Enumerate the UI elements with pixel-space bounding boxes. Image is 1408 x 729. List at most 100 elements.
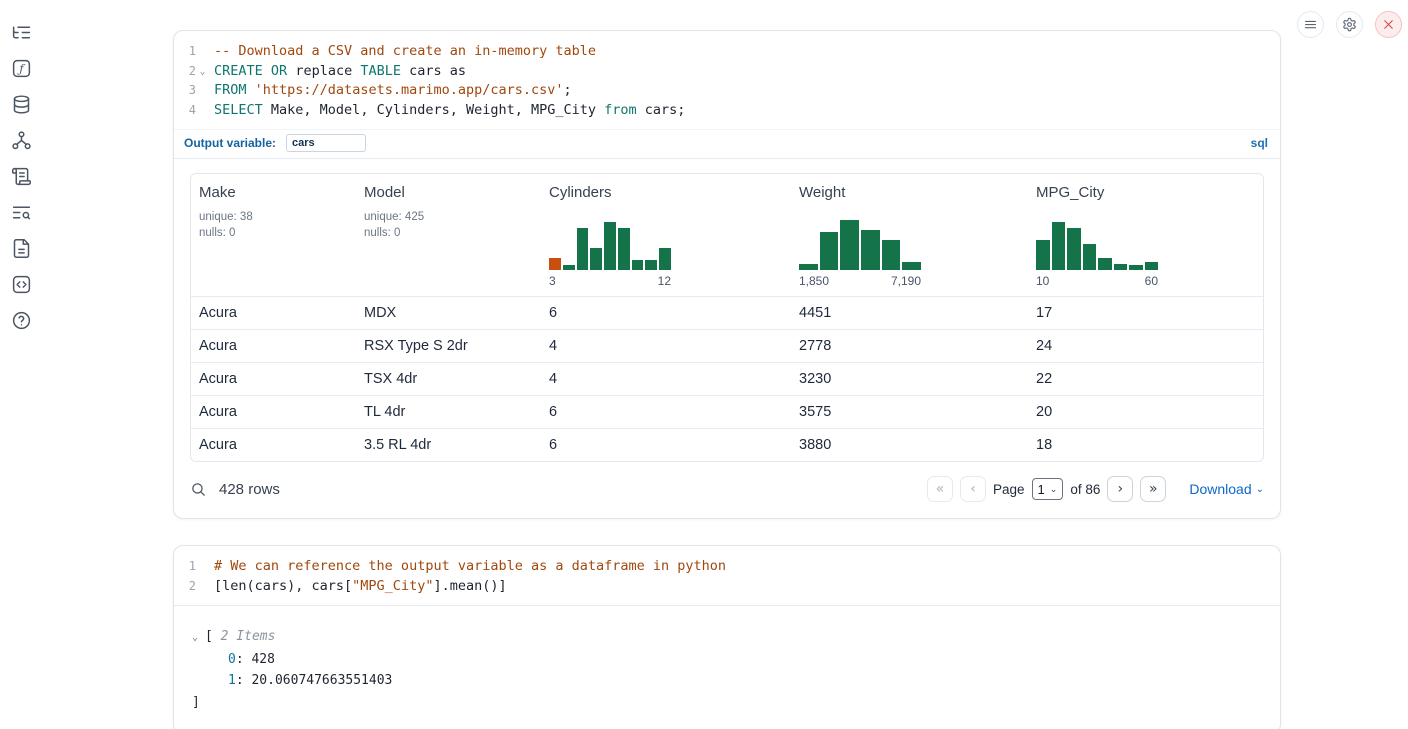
token-keyword: from [604,102,637,118]
tree-entry-key: 1 [228,673,236,688]
table-cell[interactable]: MDX [356,297,541,330]
table-row[interactable]: AcuraRSX Type S 2dr4277824 [191,330,1263,363]
histogram-bar[interactable] [604,222,616,270]
sql-code-editor[interactable]: 1-- Download a CSV and create an in-memo… [174,31,1280,129]
table-cell[interactable]: 6 [541,297,791,330]
column-name: Model [364,184,533,201]
histogram-bar[interactable] [1145,262,1159,270]
histogram-bar[interactable] [632,260,644,270]
prev-page-button[interactable]: ‹ [960,476,986,502]
table-row[interactable]: AcuraTL 4dr6357520 [191,396,1263,429]
table-cell[interactable]: 4451 [791,297,1028,330]
table-cell[interactable]: 3880 [791,429,1028,462]
table-cell[interactable]: 22 [1028,363,1263,396]
table-cell[interactable]: Acura [191,330,356,363]
column-header[interactable]: Makeunique: 38nulls: 0 [191,174,356,297]
table-cell[interactable]: 6 [541,396,791,429]
code-line[interactable]: 1-- Download a CSV and create an in-memo… [174,42,1280,62]
logs-icon[interactable] [10,165,32,187]
table-cell[interactable]: 20 [1028,396,1263,429]
table-cell[interactable]: 3.5 RL 4dr [356,429,541,462]
histogram-bar[interactable] [577,228,589,270]
column-histogram: 1,8507,190 [799,220,921,288]
python-code-editor[interactable]: 1# We can reference the output variable … [174,546,1280,605]
functions-icon[interactable]: ƒ [10,57,32,79]
tree-entry[interactable]: 0: 428 [192,649,1264,671]
table-cell[interactable]: Acura [191,363,356,396]
table-cell[interactable]: 6 [541,429,791,462]
table-row[interactable]: AcuraMDX6445117 [191,297,1263,330]
fold-chevron-icon[interactable]: ⌄ [196,62,209,82]
tracebacks-icon[interactable] [10,201,32,223]
token-string: "MPG_City" [352,578,433,594]
histogram-bar[interactable] [590,248,602,270]
table-cell[interactable]: 4 [541,363,791,396]
histogram-bar[interactable] [1067,228,1081,270]
table-row[interactable]: Acura3.5 RL 4dr6388018 [191,429,1263,462]
table-cell[interactable]: 3230 [791,363,1028,396]
last-page-button[interactable]: » [1140,476,1166,502]
snippets-icon[interactable] [10,273,32,295]
table-cell[interactable]: 2778 [791,330,1028,363]
histogram-bar[interactable] [563,265,575,270]
histogram-bar[interactable] [1114,264,1128,270]
histogram-bar[interactable] [799,264,818,270]
table-row[interactable]: AcuraTSX 4dr4323022 [191,363,1263,396]
table-cell[interactable]: 4 [541,330,791,363]
table-cell[interactable]: 3575 [791,396,1028,429]
table-cell[interactable]: 24 [1028,330,1263,363]
table-cell[interactable]: 18 [1028,429,1263,462]
table-cell[interactable]: TSX 4dr [356,363,541,396]
histogram-bar[interactable] [1036,240,1050,270]
column-header[interactable]: Cylinders312 [541,174,791,297]
code-line[interactable]: 1# We can reference the output variable … [174,557,1280,577]
table-cell[interactable]: Acura [191,396,356,429]
first-page-button[interactable]: « [927,476,953,502]
line-number: 2 [174,577,196,597]
collapse-chevron-icon[interactable]: ⌄ [192,627,205,649]
output-variable-input[interactable] [286,134,366,152]
code-line[interactable]: 4SELECT Make, Model, Cylinders, Weight, … [174,101,1280,121]
settings-button[interactable] [1336,11,1363,38]
search-button[interactable] [190,481,207,498]
code-line[interactable]: 3FROM 'https://datasets.marimo.app/cars.… [174,81,1280,101]
help-icon[interactable] [10,309,32,331]
histogram-bar[interactable] [659,248,671,270]
panel-sidebar: ƒ [10,21,32,331]
open-bracket: [ [205,629,213,644]
histogram-bar[interactable] [840,220,859,270]
histogram-bar[interactable] [549,258,561,270]
dependency-graph-icon[interactable] [10,129,32,151]
column-name: MPG_City [1036,184,1255,201]
histogram-bar[interactable] [882,240,901,270]
code-line[interactable]: 2[len(cars), cars["MPG_City"].mean()] [174,577,1280,597]
histogram-bar[interactable] [1129,265,1143,270]
download-button[interactable]: Download ⌄ [1189,481,1264,497]
tree-entry[interactable]: 1: 20.060747663551403 [192,670,1264,692]
table-cell[interactable]: 17 [1028,297,1263,330]
menu-button[interactable] [1297,11,1324,38]
shutdown-button[interactable] [1375,11,1402,38]
code-line[interactable]: 2⌄CREATE OR replace TABLE cars as [174,62,1280,82]
documentation-icon[interactable] [10,237,32,259]
histogram-bar[interactable] [861,230,880,270]
column-header[interactable]: MPG_City1060 [1028,174,1263,297]
histogram-bar[interactable] [1052,222,1066,270]
histogram-bar[interactable] [618,228,630,270]
histogram-bar[interactable] [902,262,921,270]
column-header[interactable]: Modelunique: 425nulls: 0 [356,174,541,297]
table-footer: 428 rows « ‹ Page 1 ⌄ of 86 › » Download… [174,462,1280,518]
table-cell[interactable]: Acura [191,429,356,462]
histogram-bar[interactable] [645,260,657,270]
histogram-bar[interactable] [1098,258,1112,270]
column-header[interactable]: Weight1,8507,190 [791,174,1028,297]
outline-icon[interactable] [10,21,32,43]
page-select[interactable]: 1 ⌄ [1032,478,1064,500]
histogram-bar[interactable] [820,232,839,270]
next-page-button[interactable]: › [1107,476,1133,502]
table-cell[interactable]: RSX Type S 2dr [356,330,541,363]
table-cell[interactable]: Acura [191,297,356,330]
datasources-icon[interactable] [10,93,32,115]
histogram-bar[interactable] [1083,244,1097,270]
table-cell[interactable]: TL 4dr [356,396,541,429]
